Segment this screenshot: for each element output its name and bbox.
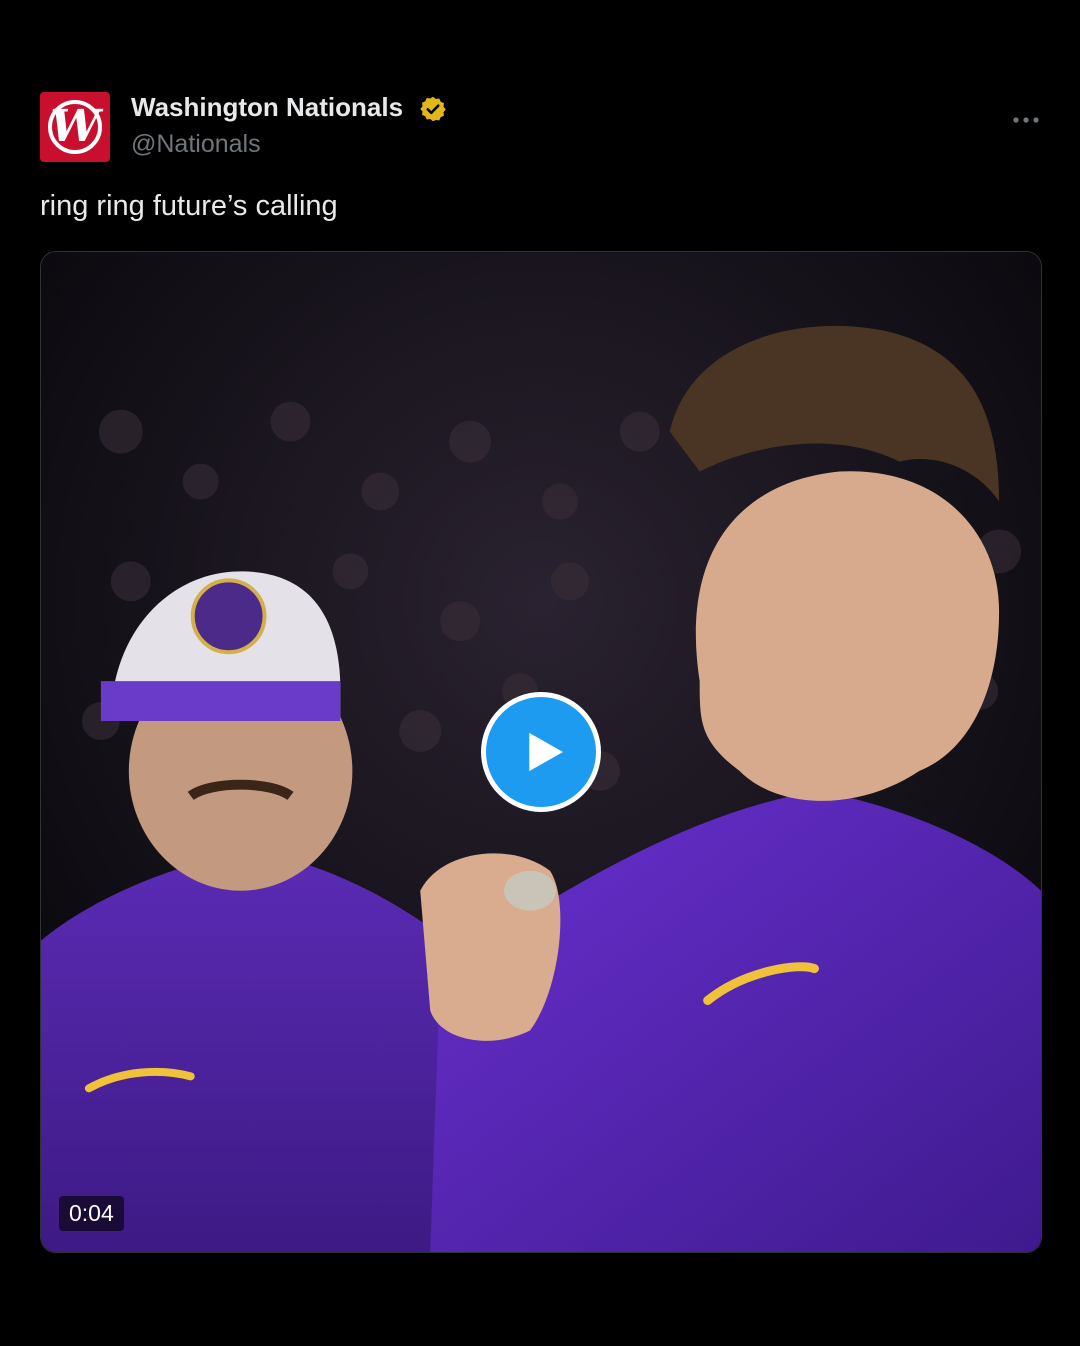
video-duration: 0:04 [59, 1196, 124, 1231]
post-text: ring ring future’s calling [40, 190, 338, 222]
play-icon [529, 732, 563, 772]
video-player[interactable]: 0:04 [40, 251, 1042, 1253]
author-handle[interactable]: @Nationals [131, 130, 261, 159]
author-display-name[interactable]: Washington Nationals [131, 92, 403, 123]
play-button[interactable] [481, 692, 601, 812]
avatar[interactable]: W [40, 92, 110, 162]
verified-badge-icon [420, 96, 446, 122]
post: W Washington Nationals @Nationals ring r… [0, 0, 1080, 1346]
more-horizontal-icon[interactable] [1010, 108, 1042, 132]
avatar-logo: W [48, 100, 102, 154]
